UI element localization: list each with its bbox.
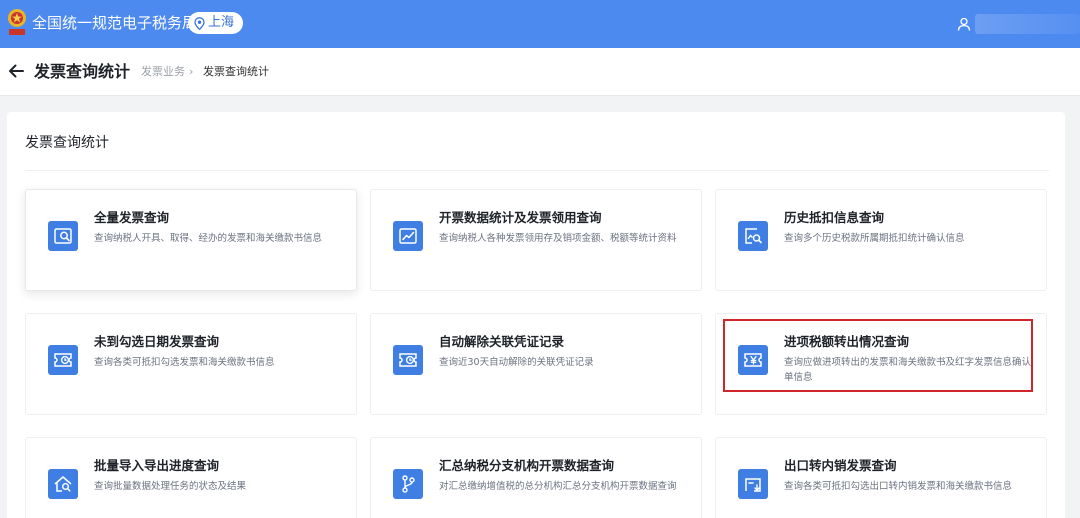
user-name-blurred[interactable] <box>975 14 1080 34</box>
card-description: 查询各类可抵扣勾选出口转内销发票和海关缴款书信息 <box>784 481 1013 492</box>
ticket-clock-icon <box>393 345 423 375</box>
page-header: 发票查询统计 发票业务 › 发票查询统计 <box>0 48 1080 96</box>
location-pin-icon <box>194 16 205 30</box>
page-title: 发票查询统计 <box>34 62 131 81</box>
card-description: 查询纳税人开具、取得、经办的发票和海关缴款书信息 <box>94 233 323 244</box>
search-document-icon <box>48 221 78 251</box>
card-description: 查询各类可抵扣勾选发票和海关缴款书信息 <box>94 357 275 368</box>
card-batch-import-export-progress[interactable]: 批量导入导出进度查询 查询批量数据处理任务的状态及结果 <box>25 437 357 518</box>
card-description: 查询纳税人各种发票领用存及销项金额、税额等统计资料 <box>439 233 677 244</box>
export-document-icon <box>738 469 768 499</box>
card-branch-invoicing-data-query[interactable]: 汇总纳税分支机构开票数据查询 对汇总缴纳增值税的总分机构汇总分支机构开票数据查询 <box>370 437 702 518</box>
card-description: 查询近30天自动解除的关联凭证记录 <box>439 357 594 368</box>
card-title: 出口转内销发票查询 <box>784 458 897 473</box>
user-icon[interactable] <box>957 17 971 31</box>
card-title: 历史抵扣信息查询 <box>784 210 885 225</box>
card-auto-unlink-records[interactable]: 自动解除关联凭证记录 查询近30天自动解除的关联凭证记录 <box>370 313 702 415</box>
card-title: 批量导入导出进度查询 <box>94 458 220 473</box>
branch-icon <box>393 469 423 499</box>
chart-document-icon <box>393 221 423 251</box>
card-export-to-domestic-invoice-query[interactable]: 出口转内销发票查询 查询各类可抵扣勾选出口转内销发票和海关缴款书信息 <box>715 437 1047 518</box>
breadcrumb-separator: › <box>189 65 194 78</box>
app-title: 全国统一规范电子税务局 <box>32 14 198 32</box>
card-pending-selection-query[interactable]: 未到勾选日期发票查询 查询各类可抵扣勾选发票和海关缴款书信息 <box>25 313 357 415</box>
breadcrumb-invoice-business[interactable]: 发票业务 <box>141 65 185 79</box>
section-title: 发票查询统计 <box>25 135 109 151</box>
region-label: 上海 <box>208 15 235 30</box>
card-invoicing-statistics-query[interactable]: 开票数据统计及发票领用查询 查询纳税人各种发票领用存及销项金额、税额等统计资料 <box>370 189 702 291</box>
card-description: 对汇总缴纳增值税的总分机构汇总分支机构开票数据查询 <box>439 481 677 492</box>
card-title: 自动解除关联凭证记录 <box>439 334 565 349</box>
top-bar: 全国统一规范电子税务局 上海 <box>0 0 1080 48</box>
home-search-icon <box>48 469 78 499</box>
card-title: 全量发票查询 <box>94 210 170 225</box>
tax-emblem-icon <box>8 9 26 35</box>
card-title: 未到勾选日期发票查询 <box>94 334 220 349</box>
divider <box>25 170 1049 171</box>
ticket-clock-icon <box>48 345 78 375</box>
breadcrumb-current: 发票查询统计 <box>203 65 269 78</box>
card-description: 查询批量数据处理任务的状态及结果 <box>94 481 247 492</box>
highlight-box <box>723 319 1033 392</box>
image-search-icon <box>738 221 768 251</box>
region-selector[interactable]: 上海 <box>188 12 244 34</box>
back-arrow-icon[interactable] <box>8 62 24 80</box>
card-title: 汇总纳税分支机构开票数据查询 <box>439 458 615 473</box>
card-full-invoice-query[interactable]: 全量发票查询 查询纳税人开具、取得、经办的发票和海关缴款书信息 <box>25 189 357 291</box>
card-title: 开票数据统计及发票领用查询 <box>439 210 602 225</box>
card-history-deduction-query[interactable]: 历史抵扣信息查询 查询多个历史税款所属期抵扣统计确认信息 <box>715 189 1047 291</box>
card-description: 查询多个历史税款所属期抵扣统计确认信息 <box>784 233 965 244</box>
